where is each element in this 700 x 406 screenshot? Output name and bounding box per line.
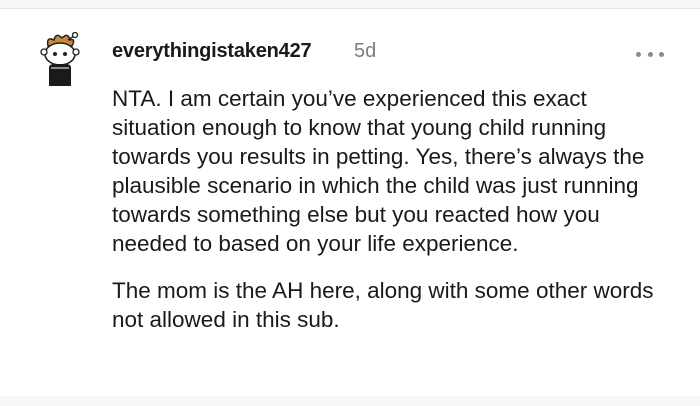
- more-horizontal-icon: [636, 51, 641, 57]
- more-horizontal-icon: [659, 51, 664, 57]
- comment-body: NTA. I am certain you’ve experienced thi…: [112, 84, 672, 352]
- snoo-avatar-icon: [40, 31, 80, 86]
- top-divider: [0, 0, 700, 9]
- bottom-divider: [0, 396, 700, 406]
- comment-paragraph: The mom is the AH here, along with some …: [112, 278, 654, 332]
- more-horizontal-icon: [647, 51, 653, 57]
- user-avatar[interactable]: [34, 31, 86, 90]
- more-options-button[interactable]: [636, 44, 664, 64]
- comment-paragraph: NTA. I am certain you’ve experienced thi…: [112, 86, 645, 256]
- comment-username[interactable]: everythingistaken427: [112, 40, 312, 63]
- comment-timestamp[interactable]: 5d: [354, 40, 376, 63]
